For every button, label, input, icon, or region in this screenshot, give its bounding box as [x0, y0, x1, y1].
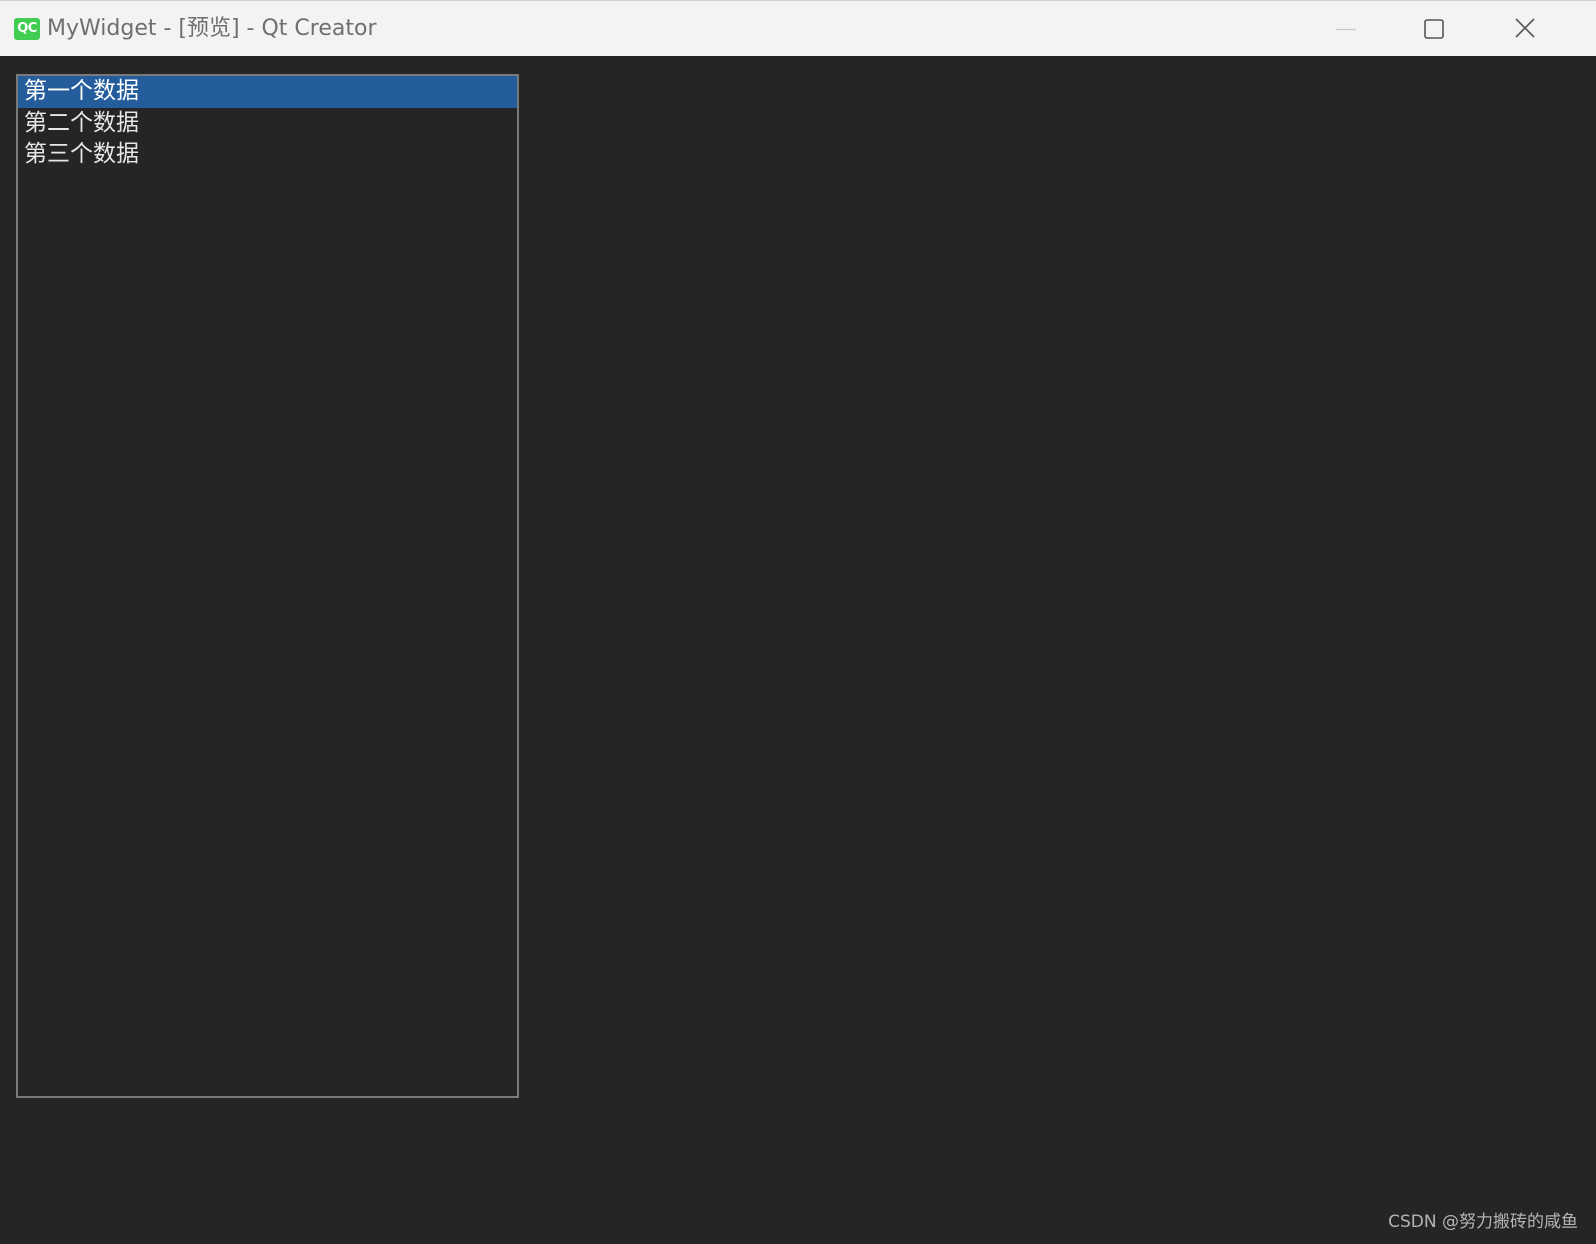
minimize-button[interactable]	[1326, 1, 1416, 57]
title-bar[interactable]: QC MyWidget - [预览] - Qt Creator	[0, 0, 1596, 56]
maximize-icon	[1424, 19, 1444, 39]
maximize-button[interactable]	[1416, 1, 1506, 57]
watermark-text: CSDN @努力搬砖的咸鱼	[1388, 1212, 1578, 1232]
window-title: MyWidget - [预览] - Qt Creator	[47, 16, 377, 41]
app-window: QC MyWidget - [预览] - Qt Creator 第一个数据 第二…	[0, 0, 1596, 1244]
close-button[interactable]	[1506, 1, 1596, 57]
list-widget[interactable]: 第一个数据 第二个数据 第三个数据	[16, 74, 519, 1098]
list-item-1[interactable]: 第一个数据	[18, 76, 517, 108]
close-icon	[1515, 18, 1535, 38]
qt-creator-app-icon: QC	[14, 18, 40, 40]
minimize-icon	[1336, 28, 1356, 31]
list-item-3[interactable]: 第三个数据	[18, 139, 517, 171]
list-item-2[interactable]: 第二个数据	[18, 108, 517, 140]
